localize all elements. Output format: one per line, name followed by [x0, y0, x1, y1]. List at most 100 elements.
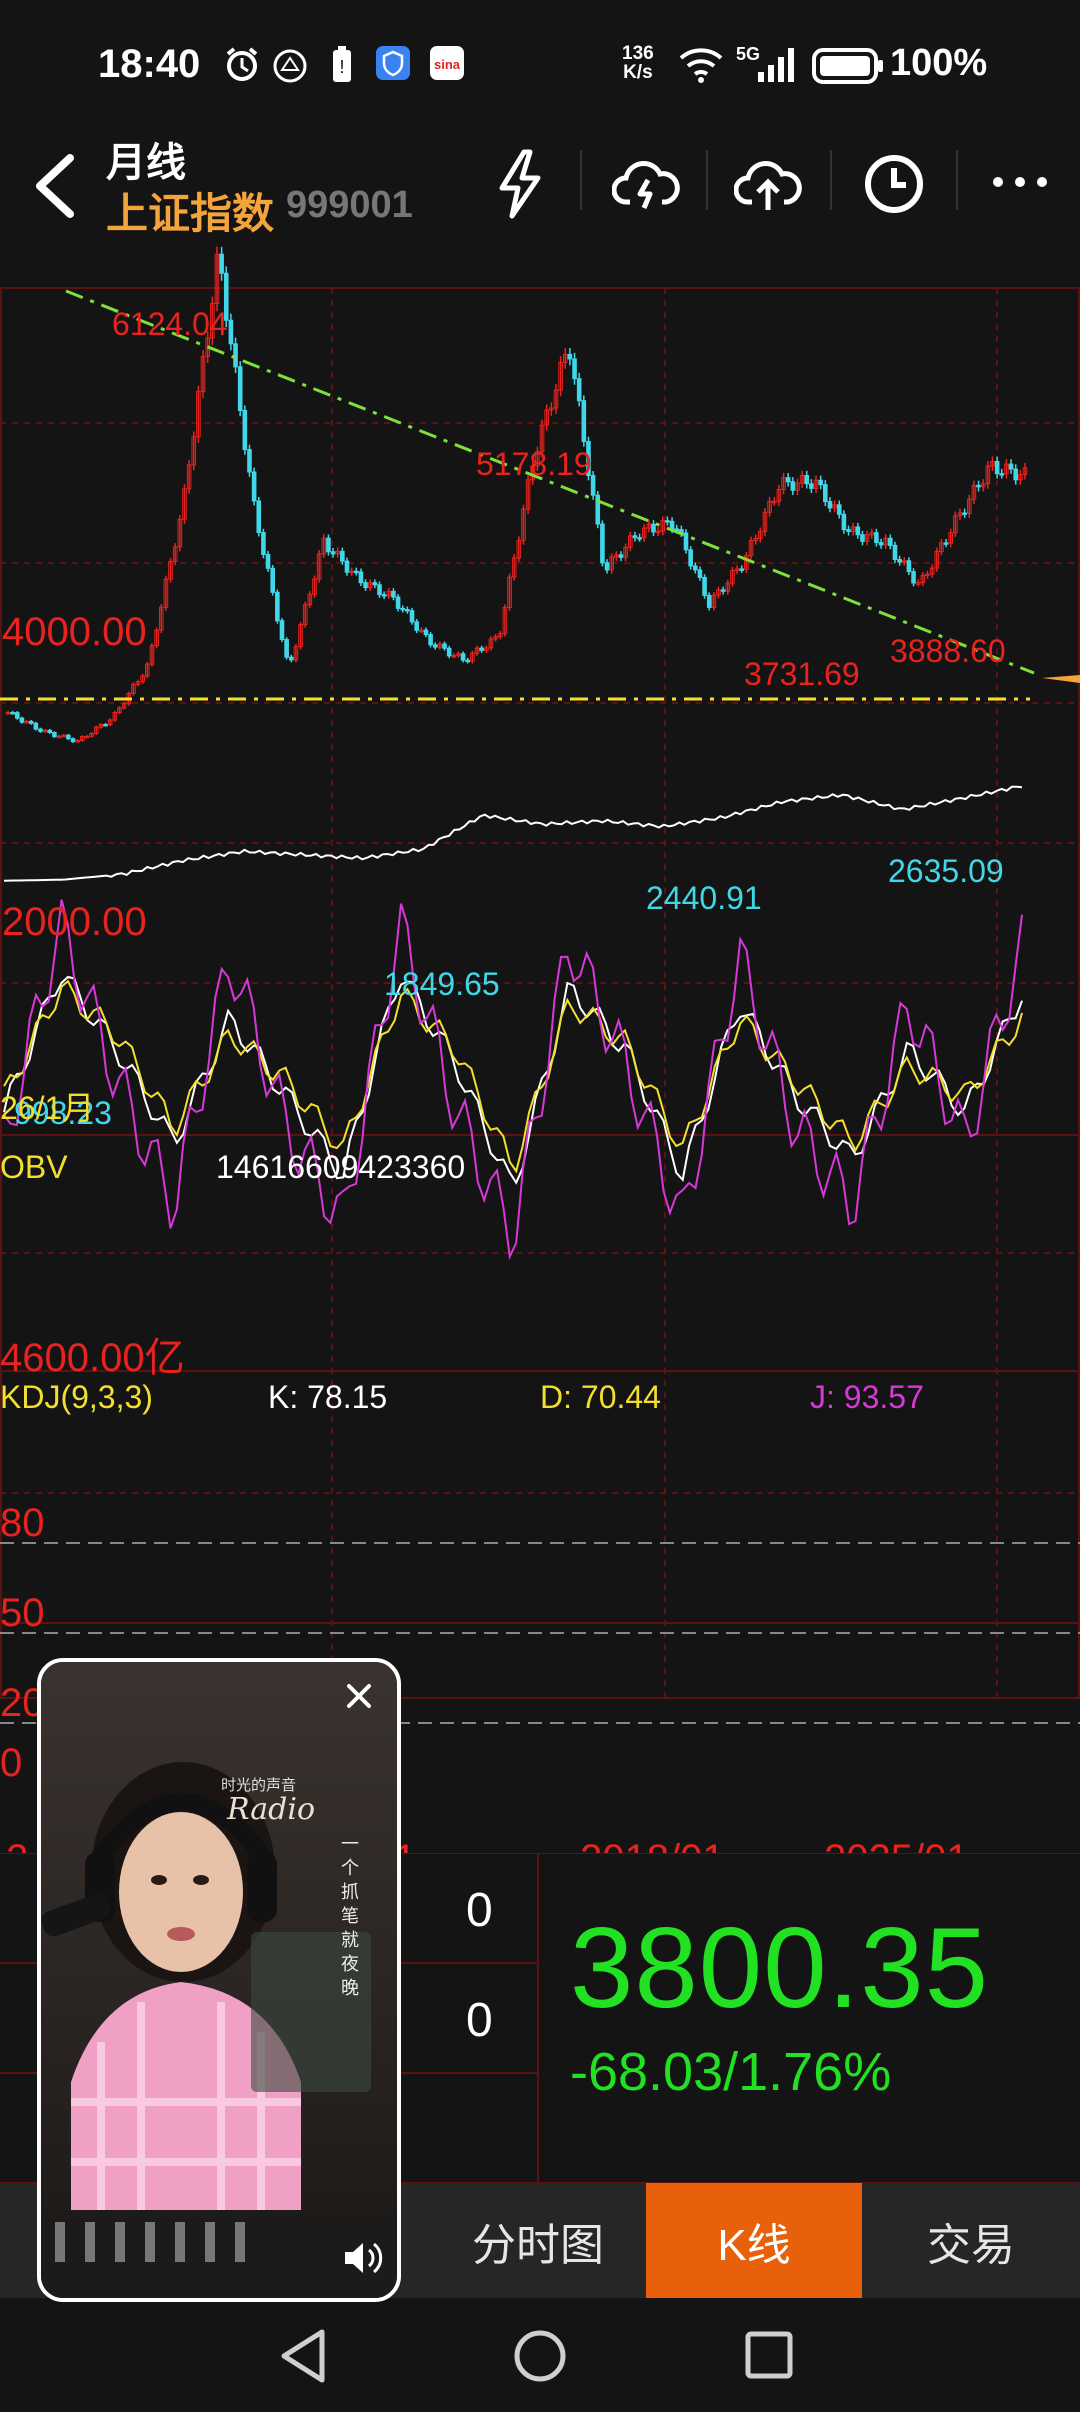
candle-body: [911, 571, 916, 584]
candle-body: [637, 537, 642, 540]
nav-home-icon[interactable]: [512, 2328, 568, 2389]
axis-label-4000: 4000.00: [2, 610, 147, 654]
chart-canvas[interactable]: [0, 243, 1080, 1853]
cloud-upload-icon[interactable]: [734, 154, 802, 214]
candle-body: [432, 644, 438, 648]
video-brand: Radio: [227, 1792, 316, 1827]
candle-body: [888, 537, 893, 546]
candle-body: [237, 366, 243, 412]
kline-chart-area[interactable]: 6124.04 5178.19 3731.69 3888.60 1849.65 …: [0, 243, 1080, 1881]
svg-text:sina: sina: [434, 57, 461, 72]
candle-body: [10, 712, 15, 715]
video-vertical-text: 一个抓笔就夜晚: [341, 1834, 359, 1998]
candle-body: [330, 551, 336, 555]
candle-body: [665, 520, 670, 523]
floating-video-player[interactable]: Radio 时光的声音 一个抓笔就夜晚: [37, 1658, 401, 2302]
candle-body: [855, 526, 861, 536]
signal-icon: [756, 46, 798, 89]
sina-app-icon: sina: [430, 46, 464, 80]
wifi-icon: [678, 44, 724, 89]
tab-kline[interactable]: K线: [646, 2183, 862, 2298]
more-icon[interactable]: [990, 170, 1050, 194]
candle-body: [897, 558, 902, 563]
kdj-level-50: 50: [0, 1591, 45, 1635]
candle-body: [395, 596, 401, 609]
header-bar: 月线 上证指数 999001: [0, 130, 1080, 240]
candle-body: [892, 544, 898, 560]
candle-body: [702, 576, 707, 596]
candle-body: [878, 542, 884, 546]
candle-body: [52, 732, 57, 738]
back-button[interactable]: [24, 148, 84, 224]
candle-body: [720, 589, 726, 592]
kdj-d-value: D: 70.44: [540, 1379, 661, 1415]
candle-body: [340, 550, 345, 562]
label-high-5178: 5178.19: [476, 446, 592, 482]
kdj-k-line: [3, 975, 1023, 1185]
label-low-2635: 2635.09: [888, 853, 1004, 889]
candle-body: [976, 484, 981, 488]
candle-body: [242, 410, 248, 451]
axis-label-2000: 2000.00: [2, 900, 147, 944]
candle-body: [14, 712, 20, 719]
price-change: -68.03/1.76%: [570, 2042, 892, 2102]
candle-body: [874, 532, 879, 544]
candle-body: [860, 534, 865, 542]
index-code: 999001: [286, 184, 413, 226]
current-price: 3800.35: [570, 1905, 990, 2032]
index-name[interactable]: 上证指数: [106, 180, 274, 241]
chart-grid: [0, 287, 1080, 1699]
kdj-lines: [3, 899, 1023, 1261]
status-time: 18:40: [98, 42, 201, 86]
kdj-j-value: J: 93.57: [810, 1379, 924, 1415]
candle-body: [270, 567, 275, 593]
candle-body: [581, 400, 587, 442]
candle-body: [1008, 463, 1014, 470]
candle-body: [219, 253, 224, 274]
candle-body: [391, 590, 396, 598]
nav-recents-icon[interactable]: [744, 2330, 794, 2385]
candle-body: [823, 484, 828, 503]
candle-body: [38, 728, 43, 732]
candle-body: [818, 479, 823, 486]
candle-body: [688, 549, 693, 567]
history-clock-icon[interactable]: [862, 152, 926, 216]
lightning-icon[interactable]: [492, 148, 548, 220]
label-low-1849: 1849.65: [384, 966, 500, 1002]
candle-body: [446, 647, 452, 657]
candle-body: [906, 560, 912, 573]
candle-body: [381, 594, 387, 597]
kdj-title: KDJ(9,3,3): [0, 1379, 153, 1415]
candle-body: [600, 523, 605, 564]
candle-body: [669, 520, 675, 530]
alarm-icon: [222, 44, 262, 89]
candle-body: [33, 722, 39, 730]
candle-body: [400, 607, 406, 611]
kdj-k-value: K: 78.15: [268, 1379, 388, 1415]
net-speed-unit: K/s: [623, 62, 653, 83]
obv-line: [3, 785, 1023, 882]
label-high-6124: 6124.04: [112, 306, 228, 342]
candle-body: [618, 554, 624, 558]
label-high-3888: 3888.60: [890, 633, 1006, 669]
candle-body: [66, 734, 71, 740]
candle-body: [428, 634, 433, 646]
video-close-button[interactable]: [341, 1678, 377, 1714]
candle-body: [804, 475, 810, 485]
cloud-flash-icon[interactable]: [612, 154, 680, 214]
candle-body: [697, 569, 703, 578]
obv-axis-label: 4600.00亿: [0, 1336, 185, 1380]
tab-timeshare[interactable]: 分时图: [430, 2183, 646, 2298]
tab-trade[interactable]: 交易: [862, 2183, 1080, 2298]
volume-icon[interactable]: [341, 2238, 385, 2278]
candle-body: [377, 584, 382, 596]
nav-back-icon[interactable]: [278, 2328, 328, 2389]
candle-body: [28, 720, 34, 724]
candle-body: [363, 582, 368, 589]
candle-body: [423, 629, 429, 636]
candle-body: [683, 532, 689, 551]
candle-body: [651, 523, 656, 533]
candle-body: [372, 582, 378, 586]
obv-series-line: [3, 785, 1023, 882]
obv-value: 14616609423360: [216, 1149, 466, 1185]
